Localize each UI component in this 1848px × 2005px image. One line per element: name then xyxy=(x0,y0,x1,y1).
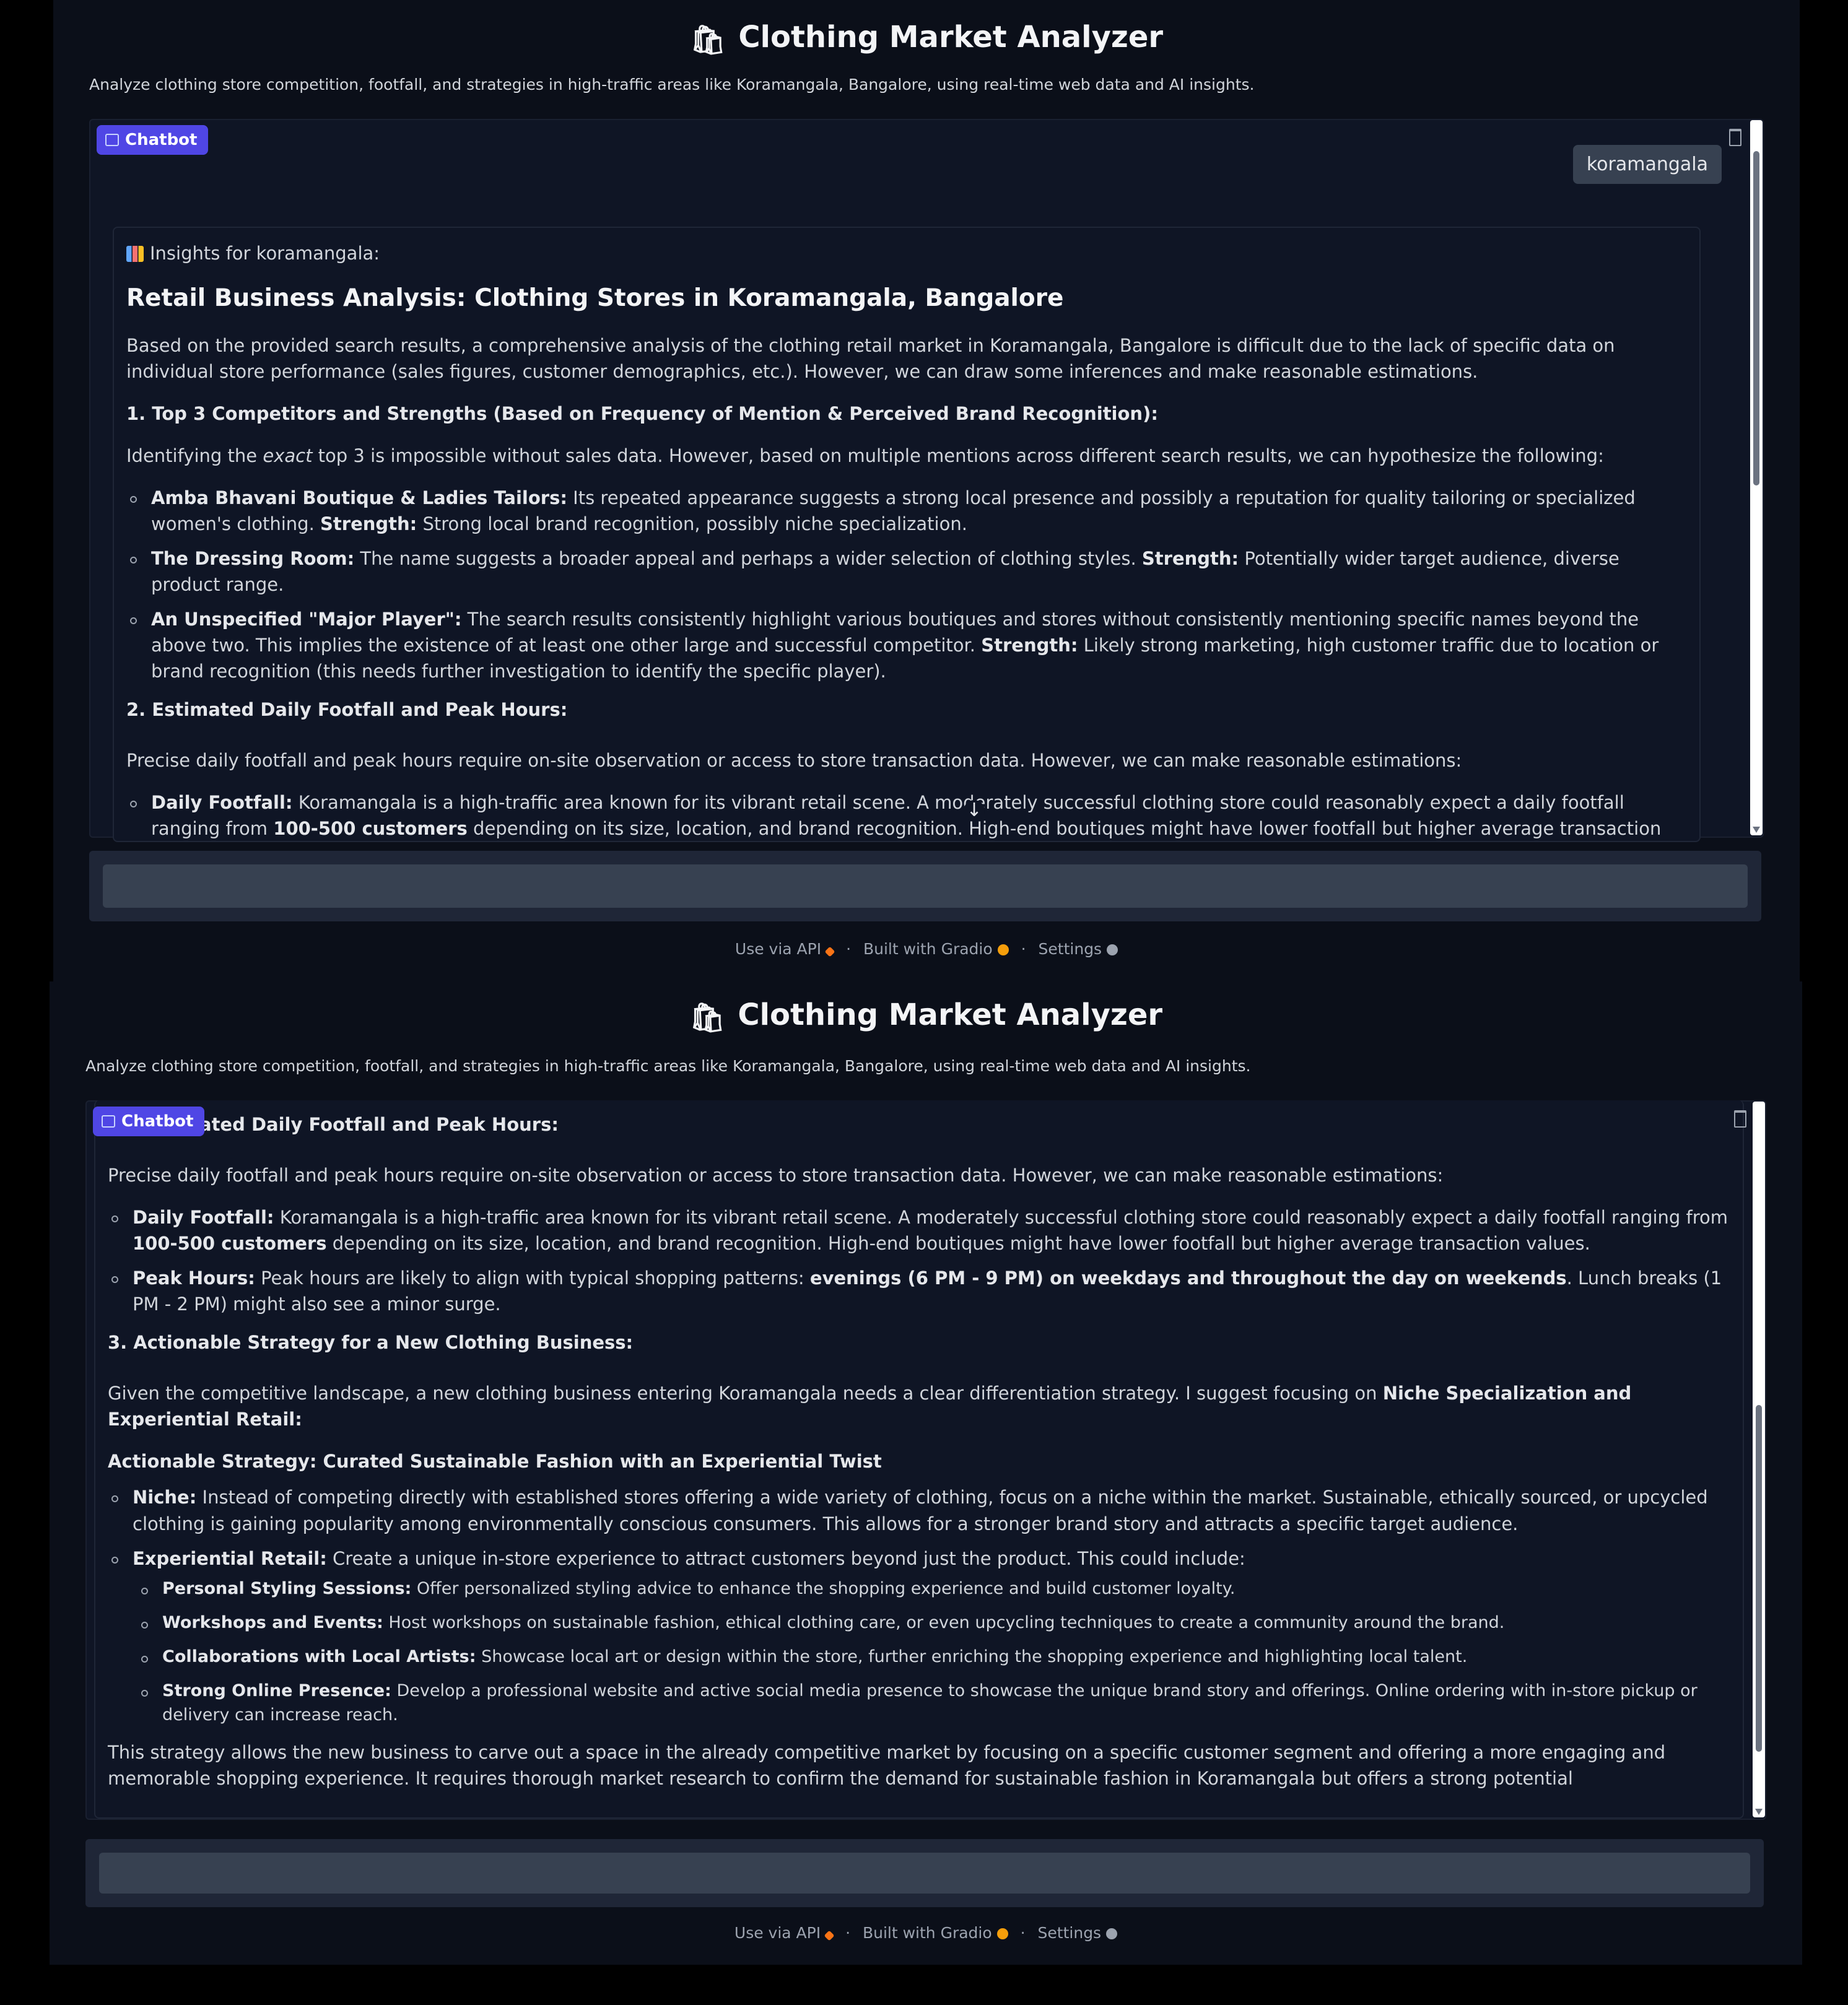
message-input-container xyxy=(85,1839,1764,1907)
section-3-title: 3. Actionable Strategy for a New Clothin… xyxy=(108,1332,634,1354)
app-window-bottom: 🛍 Clothing Market Analyzer Analyze clothi… xyxy=(50,981,1802,1965)
scroll-down-arrow-icon[interactable] xyxy=(1755,1809,1763,1815)
insights-header: Insights for koramangala: xyxy=(126,240,1687,266)
user-message: koramangala xyxy=(1572,145,1722,184)
built-with-gradio-link[interactable]: Built with Gradio xyxy=(863,940,993,958)
scrollbar-thumb[interactable] xyxy=(1756,1405,1762,1752)
rocket-icon xyxy=(824,946,835,957)
list-item: Daily Footfall: Koramangala is a high-tr… xyxy=(130,789,1687,841)
footer: Use via API · Built with Gradio · Settin… xyxy=(53,940,1800,958)
footer-separator: · xyxy=(1020,1924,1026,1942)
scrollbar-thumb[interactable] xyxy=(1753,151,1759,485)
section-3-intro: Given the competitive landscape, a new c… xyxy=(108,1383,1632,1430)
arrow-down-icon[interactable]: ↓ xyxy=(964,800,985,821)
list-item: An Unspecified "Major Player": The searc… xyxy=(130,606,1687,684)
section-2-intro: Precise daily footfall and peak hours re… xyxy=(108,1165,1444,1186)
shopping-bags-icon: 🛍 xyxy=(689,1001,726,1034)
page-title-text: Clothing Market Analyzer xyxy=(738,20,1164,54)
footer-separator: · xyxy=(846,940,852,958)
gear-icon xyxy=(1107,944,1118,955)
section-2-title: 2. Estimated Daily Footfall and Peak Hou… xyxy=(126,699,568,721)
page-title-text: Clothing Market Analyzer xyxy=(738,998,1163,1032)
settings-link[interactable]: Settings xyxy=(1039,940,1102,958)
strategy-list: Niche: Instead of competing directly wit… xyxy=(108,1484,1730,1727)
bot-message: Insights for koramangala: Retail Busines… xyxy=(113,227,1701,842)
footer-separator: · xyxy=(1021,940,1026,958)
use-via-api-link[interactable]: Use via API xyxy=(735,940,821,958)
list-item: Experiential Retail: Create a unique in-… xyxy=(111,1546,1730,1728)
page-title: 🛍 Clothing Market Analyzer xyxy=(50,981,1802,1052)
list-item: The Dressing Room: The name suggests a b… xyxy=(130,546,1687,598)
chatbot-label: Chatbot xyxy=(97,125,209,155)
use-via-api-link[interactable]: Use via API xyxy=(734,1924,821,1942)
list-item: Niche: Instead of competing directly wit… xyxy=(111,1484,1730,1536)
trash-icon[interactable] xyxy=(1734,1110,1746,1128)
message-input[interactable] xyxy=(99,1853,1750,1894)
competitor-list: Amba Bhavani Boutique & Ladies Tailors: … xyxy=(126,485,1687,684)
list-item: Personal Styling Sessions: Offer persona… xyxy=(141,1577,1730,1601)
strategy-closing: This strategy allows the new business to… xyxy=(108,1742,1666,1790)
gear-icon xyxy=(1106,1928,1118,1939)
chat-scrollbar[interactable] xyxy=(1753,1102,1765,1817)
scroll-down-arrow-icon[interactable] xyxy=(1753,827,1760,833)
list-item: Strong Online Presence: Develop a profes… xyxy=(141,1679,1730,1727)
settings-link[interactable]: Settings xyxy=(1038,1924,1102,1942)
strategy-title: Actionable Strategy: Curated Sustainable… xyxy=(108,1451,882,1472)
footer: Use via API · Built with Gradio · Settin… xyxy=(50,1924,1802,1942)
trash-icon[interactable] xyxy=(1729,129,1741,146)
footer-separator: · xyxy=(845,1924,851,1942)
page-description: Analyze clothing store competition, foot… xyxy=(85,1057,1251,1075)
chatbot-label-text: Chatbot xyxy=(121,1112,194,1131)
chatbot-panel[interactable]: Chatbot koramangala Insights for koraman… xyxy=(89,119,1764,842)
chatbot-panel[interactable]: Chatbot ated Daily Footfall and Peak Hou… xyxy=(85,1100,1766,1820)
analysis-intro: Based on the provided search results, a … xyxy=(126,334,1615,382)
gradio-logo-icon xyxy=(997,944,1009,955)
experiential-sublist: Personal Styling Sessions: Offer persona… xyxy=(133,1577,1730,1728)
list-item: Daily Footfall: Koramangala is a high-tr… xyxy=(111,1204,1730,1256)
chat-bubble-icon xyxy=(102,1115,115,1128)
section-2-intro: Precise daily footfall and peak hours re… xyxy=(126,750,1462,772)
page-title: 🛍 Clothing Market Analyzer xyxy=(53,0,1800,74)
insights-header-text: Insights for koramangala: xyxy=(150,243,380,264)
chatbot-label-text: Chatbot xyxy=(125,131,198,149)
footfall-list: Daily Footfall: Koramangala is a high-tr… xyxy=(108,1204,1730,1317)
section-2-title: ated Daily Footfall and Peak Hours: xyxy=(199,1114,559,1135)
shopping-bags-icon: 🛍 xyxy=(689,23,726,56)
app-window-top: 🛍 Clothing Market Analyzer Analyze clothi… xyxy=(53,0,1800,981)
page-description: Analyze clothing store competition, foot… xyxy=(89,76,1255,94)
rocket-icon xyxy=(824,1930,835,1941)
list-item: Collaborations with Local Artists: Showc… xyxy=(141,1645,1730,1669)
gradio-logo-icon xyxy=(996,1928,1008,1939)
message-input[interactable] xyxy=(103,864,1748,908)
chat-scrollbar[interactable] xyxy=(1750,120,1763,835)
message-input-container xyxy=(89,851,1761,921)
bar-chart-icon xyxy=(126,246,144,262)
chat-bubble-icon xyxy=(105,134,119,146)
section-1-title: 1. Top 3 Competitors and Strengths (Base… xyxy=(126,402,1158,424)
analysis-heading: Retail Business Analysis: Clothing Store… xyxy=(126,284,1064,313)
footfall-list: Daily Footfall: Koramangala is a high-tr… xyxy=(126,789,1687,841)
list-item: Amba Bhavani Boutique & Ladies Tailors: … xyxy=(130,485,1687,537)
chatbot-label: Chatbot xyxy=(93,1107,205,1136)
list-item: Workshops and Events: Host workshops on … xyxy=(141,1611,1730,1635)
list-item: Peak Hours: Peak hours are likely to ali… xyxy=(111,1265,1730,1317)
built-with-gradio-link[interactable]: Built with Gradio xyxy=(863,1924,992,1942)
section-1-intro: Identifying the exact top 3 is impossibl… xyxy=(126,445,1604,466)
bot-message: ated Daily Footfall and Peak Hours: Prec… xyxy=(94,1100,1744,1819)
